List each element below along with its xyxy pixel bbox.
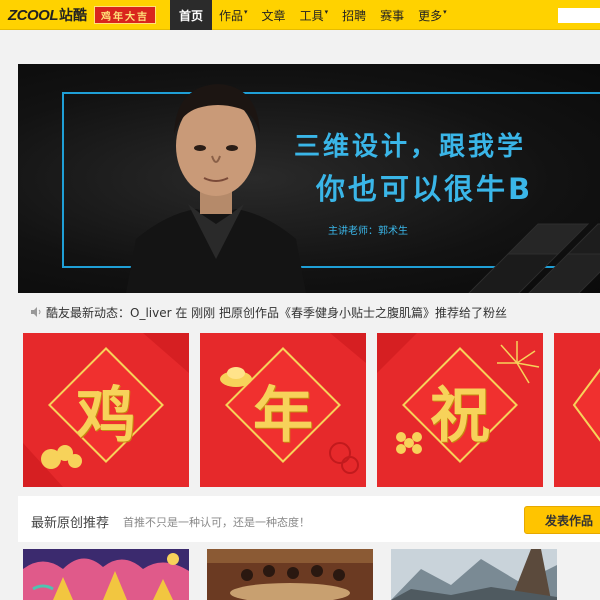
logo-text-en: ZCOOL bbox=[8, 6, 59, 24]
nav-item-label: 招聘 bbox=[342, 8, 367, 23]
new-year-badge[interactable]: 鸡年大吉 bbox=[94, 6, 156, 24]
tile-glyph bbox=[554, 333, 600, 487]
banner-teacher: 主讲老师：郭术生 bbox=[328, 226, 408, 237]
speaker-icon bbox=[31, 307, 41, 317]
nav-item-articles[interactable]: 文章 bbox=[255, 0, 293, 30]
nav-item-contests[interactable]: 赛事 bbox=[373, 0, 411, 30]
festive-tile-partial[interactable] bbox=[554, 333, 600, 487]
thumbnail-landscape bbox=[391, 549, 557, 600]
nav-item-tools[interactable]: 工具 ▾ bbox=[293, 0, 336, 30]
publish-work-button[interactable]: 发表作品 bbox=[524, 506, 600, 534]
instructor-photo bbox=[126, 84, 306, 293]
nav-item-label: 更多 bbox=[418, 8, 443, 23]
nav-item-home[interactable]: 首页 bbox=[170, 0, 213, 30]
top-navigation-bar: ZCOOL 站酷 鸡年大吉 首页 作品 ▾ 文章 工具 ▾ 招聘 赛事 更多 ▾ bbox=[0, 0, 600, 30]
site-logo[interactable]: ZCOOL 站酷 bbox=[8, 5, 87, 25]
chevron-down-icon: ▾ bbox=[443, 8, 447, 16]
work-thumbnail[interactable] bbox=[391, 549, 557, 600]
main-nav: 首页 作品 ▾ 文章 工具 ▾ 招聘 赛事 更多 ▾ bbox=[170, 0, 454, 30]
nav-item-label: 工具 bbox=[299, 8, 324, 23]
festive-tile-rooster[interactable]: 鸡 bbox=[23, 333, 189, 487]
chevron-down-icon: ▾ bbox=[244, 8, 248, 16]
search-input[interactable] bbox=[558, 8, 600, 23]
tile-glyph: 年 bbox=[253, 380, 313, 451]
activity-text[interactable]: 酷友最新动态：O_liver 在 刚刚 把原创作品《春季健身小贴士之腹肌篇》推荐… bbox=[46, 304, 507, 321]
chevron-down-icon: ▾ bbox=[324, 8, 329, 16]
work-thumbnail[interactable] bbox=[207, 549, 373, 600]
work-thumbnail[interactable] bbox=[23, 549, 189, 600]
tile-glyph: 鸡 bbox=[76, 380, 136, 451]
thumbnail-illustration bbox=[23, 549, 189, 600]
nav-item-label: 文章 bbox=[261, 8, 286, 23]
nav-item-label: 首页 bbox=[179, 8, 204, 23]
tile-glyph: 祝 bbox=[430, 380, 490, 451]
nav-item-jobs[interactable]: 招聘 bbox=[335, 0, 373, 30]
hero-banner[interactable]: 三维设计，跟我学 你也可以很牛B 主讲老师：郭术生 bbox=[18, 64, 600, 293]
nav-item-works[interactable]: 作品 ▾ bbox=[212, 0, 255, 30]
banner-subheadline: 你也可以很牛B bbox=[316, 172, 534, 206]
festive-tile-blessing[interactable]: 祝 bbox=[377, 333, 543, 487]
thumbnail-painting bbox=[207, 549, 373, 600]
nav-item-more[interactable]: 更多 ▾ bbox=[411, 0, 454, 30]
section-title: 最新原创推荐 bbox=[31, 516, 110, 531]
recommend-header: 最新原创推荐 首推不只是一种认可，还是一种态度！ 发表作品 bbox=[18, 496, 600, 542]
nav-item-label: 作品 bbox=[219, 8, 244, 23]
nav-item-label: 赛事 bbox=[380, 8, 405, 23]
banner-headline: 三维设计，跟我学 bbox=[294, 132, 527, 162]
section-subtitle: 首推不只是一种认可，还是一种态度！ bbox=[123, 516, 310, 529]
logo-text-cn: 站酷 bbox=[59, 8, 87, 24]
activity-feed: 酷友最新动态：O_liver 在 刚刚 把原创作品《春季健身小贴士之腹肌篇》推荐… bbox=[30, 304, 507, 320]
festive-tile-year[interactable]: 年 bbox=[200, 333, 366, 487]
